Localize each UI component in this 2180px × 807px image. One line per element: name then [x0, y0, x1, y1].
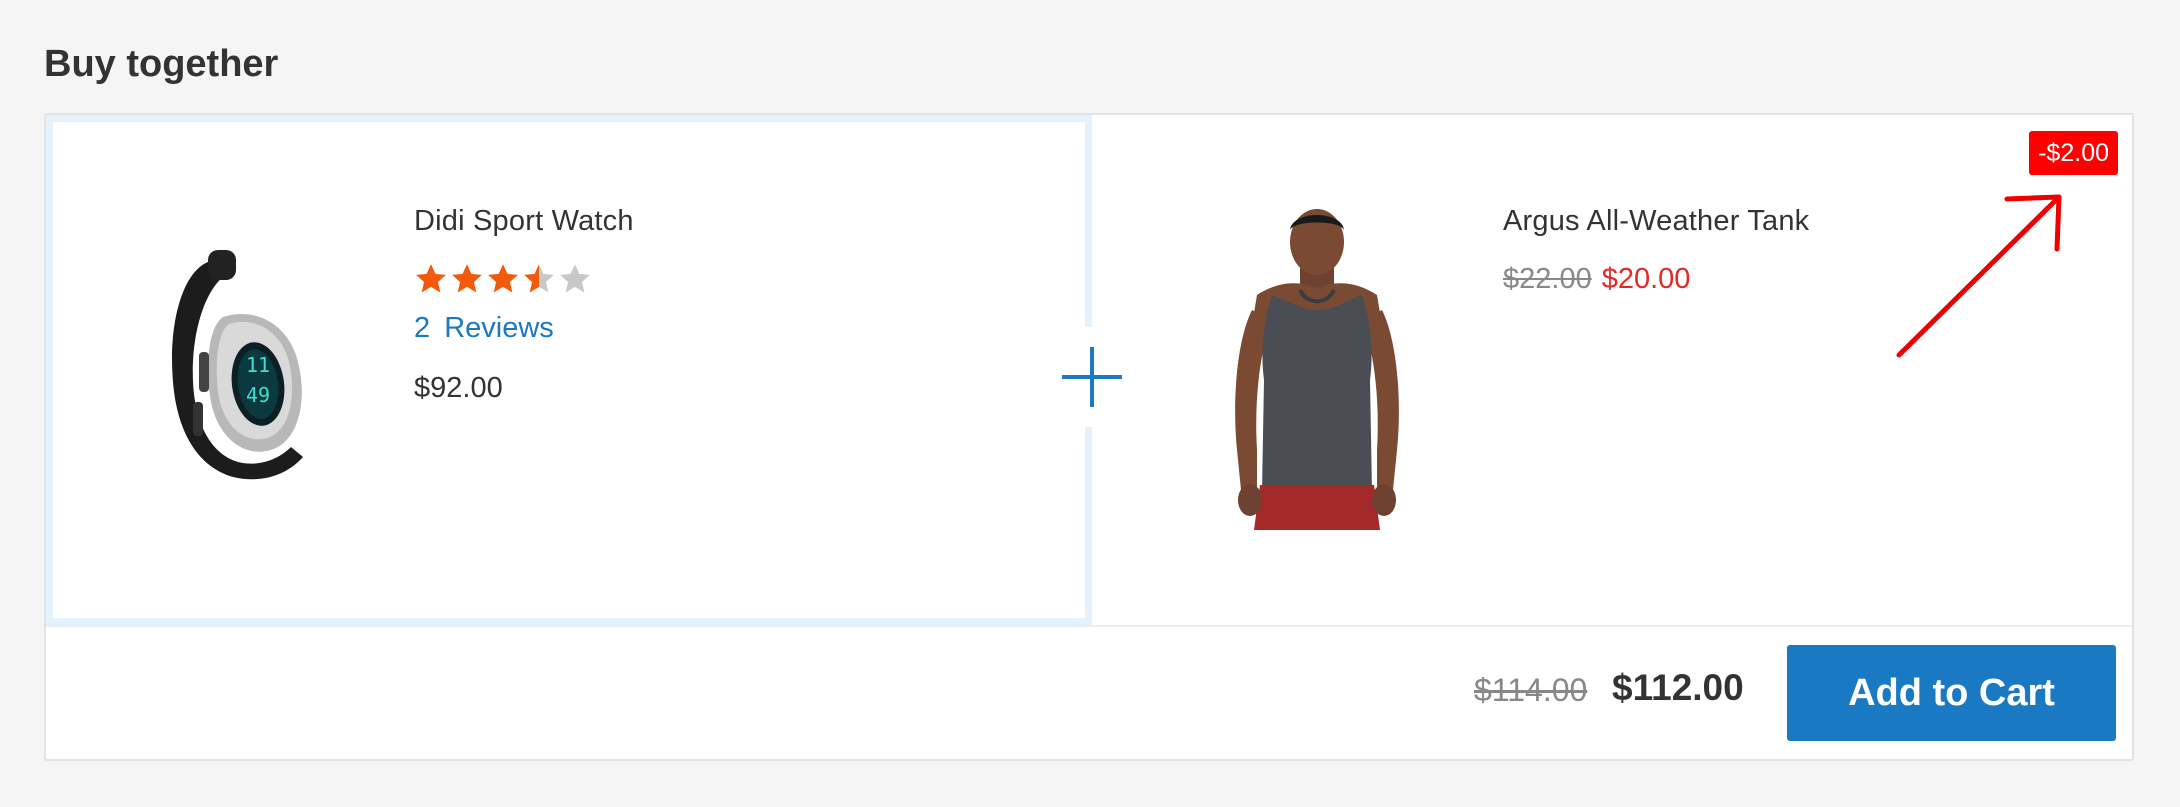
reviews-label: Reviews	[444, 312, 554, 344]
special-price: $20.00	[1601, 263, 1691, 295]
star-filled-icon	[452, 264, 482, 293]
star-half-icon	[524, 264, 554, 293]
reviews-link[interactable]: 2 Reviews	[414, 312, 554, 345]
svg-text:11: 11	[246, 353, 270, 377]
bundle-product-argus-tank[interactable]: Argus All-Weather Tank $22.00 $20.00 -$2…	[1092, 115, 2132, 625]
tank-top-image[interactable]	[1202, 200, 1432, 530]
old-price: $22.00	[1503, 263, 1592, 295]
bundle-box: 11 49 Didi Sport Watch 2 Reviews $92.00 …	[44, 113, 2134, 761]
product-name[interactable]: Argus All-Weather Tank	[1503, 205, 1809, 238]
svg-text:49: 49	[246, 383, 270, 407]
star-filled-icon	[488, 264, 518, 293]
reviews-count: 2	[414, 312, 431, 344]
discount-badge: -$2.00	[2029, 131, 2118, 175]
plus-icon	[1062, 347, 1122, 407]
star-filled-icon	[416, 264, 446, 293]
bundle-products: 11 49 Didi Sport Watch 2 Reviews $92.00 …	[46, 115, 2132, 627]
arrow-annotation-icon	[1896, 194, 2062, 358]
bundle-old-total: $114.00	[1474, 672, 1588, 708]
product-name[interactable]: Didi Sport Watch	[414, 205, 634, 238]
price-box: $22.00 $20.00	[1503, 263, 1690, 296]
bundle-product-didi-sport-watch[interactable]: 11 49 Didi Sport Watch 2 Reviews $92.00	[46, 115, 1092, 625]
plus-separator	[1058, 327, 1126, 427]
bundle-final-total: $112.00	[1612, 667, 1744, 708]
section-title: Buy together	[44, 43, 279, 85]
star-empty-icon	[560, 264, 590, 293]
bundle-footer: $114.00 $112.00 Add to Cart	[46, 625, 2132, 759]
sport-watch-image[interactable]: 11 49	[113, 232, 373, 502]
add-to-cart-button[interactable]: Add to Cart	[1787, 645, 2116, 741]
man-in-tank-top-icon	[1235, 209, 1399, 530]
sport-watch-icon: 11 49	[172, 250, 303, 480]
product-price: $92.00	[414, 372, 503, 404]
rating-stars	[414, 262, 592, 296]
